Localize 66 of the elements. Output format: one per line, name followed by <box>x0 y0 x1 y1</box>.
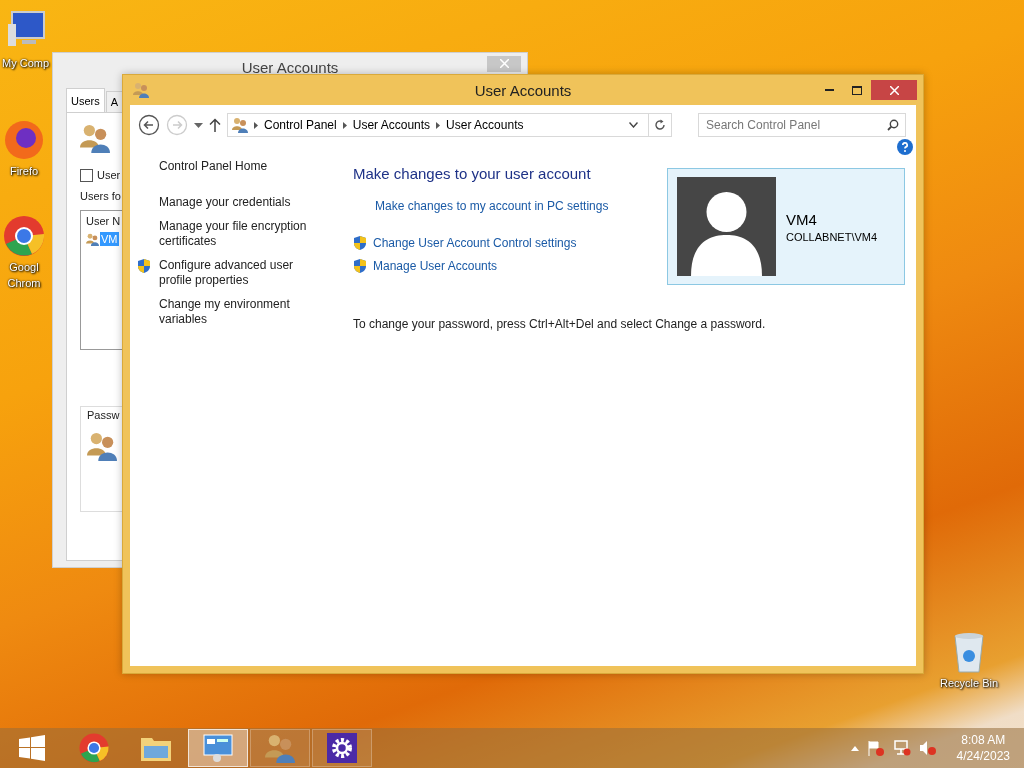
sidebar-link[interactable]: Manage your credentials <box>159 195 314 210</box>
sidebar-link[interactable]: Manage your file encryption certificates <box>159 219 314 249</box>
clock-date: 4/24/2023 <box>956 749 1010 763</box>
sidebar-link[interactable]: Change my environment variables <box>159 297 314 327</box>
users-icon <box>86 232 99 246</box>
back-button[interactable] <box>138 114 160 136</box>
chevron-icon <box>254 121 258 129</box>
checkbox-label: User <box>97 169 121 181</box>
list-label: Users fo <box>80 190 121 202</box>
breadcrumb-item[interactable]: User Accounts <box>352 118 431 132</box>
windows-logo-icon <box>19 735 45 761</box>
task-link[interactable]: Make changes to my account in PC settings <box>375 199 609 213</box>
shield-icon <box>137 258 151 274</box>
history-dropdown[interactable] <box>194 122 203 128</box>
user-name: VM4 <box>786 210 818 228</box>
tab[interactable]: A <box>105 91 124 112</box>
window-title: User Accounts <box>241 59 339 76</box>
dropdown-chevron-icon <box>629 122 638 128</box>
page-heading: Make changes to your user account <box>353 165 592 182</box>
clock-time: 8:08 AM <box>961 733 1006 747</box>
users-icon <box>87 431 117 461</box>
gear-icon <box>327 733 357 763</box>
address-bar[interactable]: Control Panel User Accounts User Accounts <box>227 113 672 137</box>
sidebar-link[interactable]: Configure advanced user profile properties <box>159 258 314 288</box>
close-icon <box>499 59 509 68</box>
users-icon <box>80 123 110 153</box>
control-panel-icon <box>203 734 233 762</box>
chevron-icon <box>342 121 347 129</box>
taskbar-button[interactable] <box>312 729 372 767</box>
chevron-icon <box>436 121 441 129</box>
maximize-icon <box>852 85 862 95</box>
search-icon <box>887 119 899 131</box>
breadcrumb-item[interactable]: User Accounts <box>446 118 524 132</box>
task-link[interactable]: Change User Account Control settings <box>373 236 577 250</box>
refresh-icon <box>654 119 666 131</box>
close-button[interactable] <box>871 80 917 100</box>
user-avatar-icon <box>677 177 776 276</box>
up-button[interactable] <box>209 118 221 132</box>
network-icon[interactable] <box>892 740 911 756</box>
users-icon <box>133 82 149 98</box>
search-box[interactable]: Search Control Panel <box>698 113 906 137</box>
checkbox[interactable] <box>80 169 93 182</box>
password-note: To change your password, press Ctrl+Alt+Del and select Change a password. <box>353 317 767 331</box>
breadcrumb-item[interactable]: Control Panel <box>264 118 337 132</box>
window-title: User Accounts <box>474 81 572 99</box>
up-arrow-icon <box>209 118 221 132</box>
firefox-icon <box>2 118 46 162</box>
column-header: User N <box>86 215 121 227</box>
close-icon <box>889 85 899 95</box>
flag-icon[interactable] <box>866 740 885 756</box>
chrome-icon <box>2 214 46 258</box>
caret-icon <box>194 122 203 128</box>
chrome-icon <box>78 732 110 764</box>
speaker-icon[interactable] <box>918 740 937 756</box>
help-icon[interactable] <box>897 139 913 155</box>
group-label: Passw <box>87 409 120 421</box>
users-icon <box>265 733 295 763</box>
minimize-icon <box>824 89 834 91</box>
users-icon <box>232 117 248 133</box>
caret-up-icon[interactable] <box>850 745 859 751</box>
shield-icon <box>353 258 367 274</box>
shield-icon <box>353 235 367 251</box>
user-domain: COLLABNET\VM4 <box>786 230 878 243</box>
tab[interactable]: Users <box>66 88 105 112</box>
sidebar-link[interactable]: Control Panel Home <box>159 159 314 174</box>
task-link[interactable]: Manage User Accounts <box>373 259 498 273</box>
